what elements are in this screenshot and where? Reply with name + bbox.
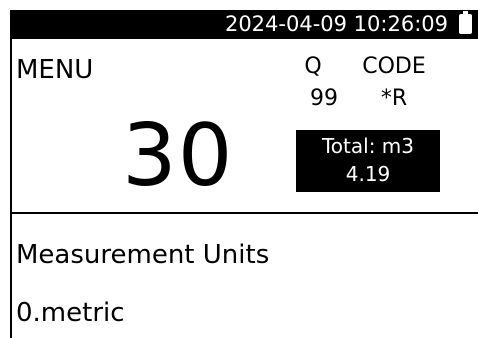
datetime: 2024-04-09 10:26:09 — [224, 12, 448, 36]
code-label: CODE — [362, 54, 426, 79]
total-value: 4.19 — [345, 162, 391, 186]
battery-icon — [459, 11, 472, 34]
q-label: Q — [304, 54, 322, 79]
code-value: *R — [380, 86, 408, 111]
divider — [10, 212, 478, 214]
q-value: 99 — [310, 86, 338, 111]
total-label: Total: m3 — [321, 134, 414, 158]
parameter-title: Measurement Units — [16, 240, 270, 270]
left-border — [10, 39, 12, 338]
menu-number: 30 — [122, 106, 234, 206]
total-box: Total: m3 4.19 — [296, 130, 440, 192]
menu-label: MENU — [16, 55, 94, 85]
status-bar: 2024-04-09 10:26:09 — [10, 10, 478, 39]
parameter-value[interactable]: 0.metric — [16, 296, 125, 330]
device-screen: 2024-04-09 10:26:09 MENU Q 99 CODE *R 30… — [0, 0, 478, 338]
